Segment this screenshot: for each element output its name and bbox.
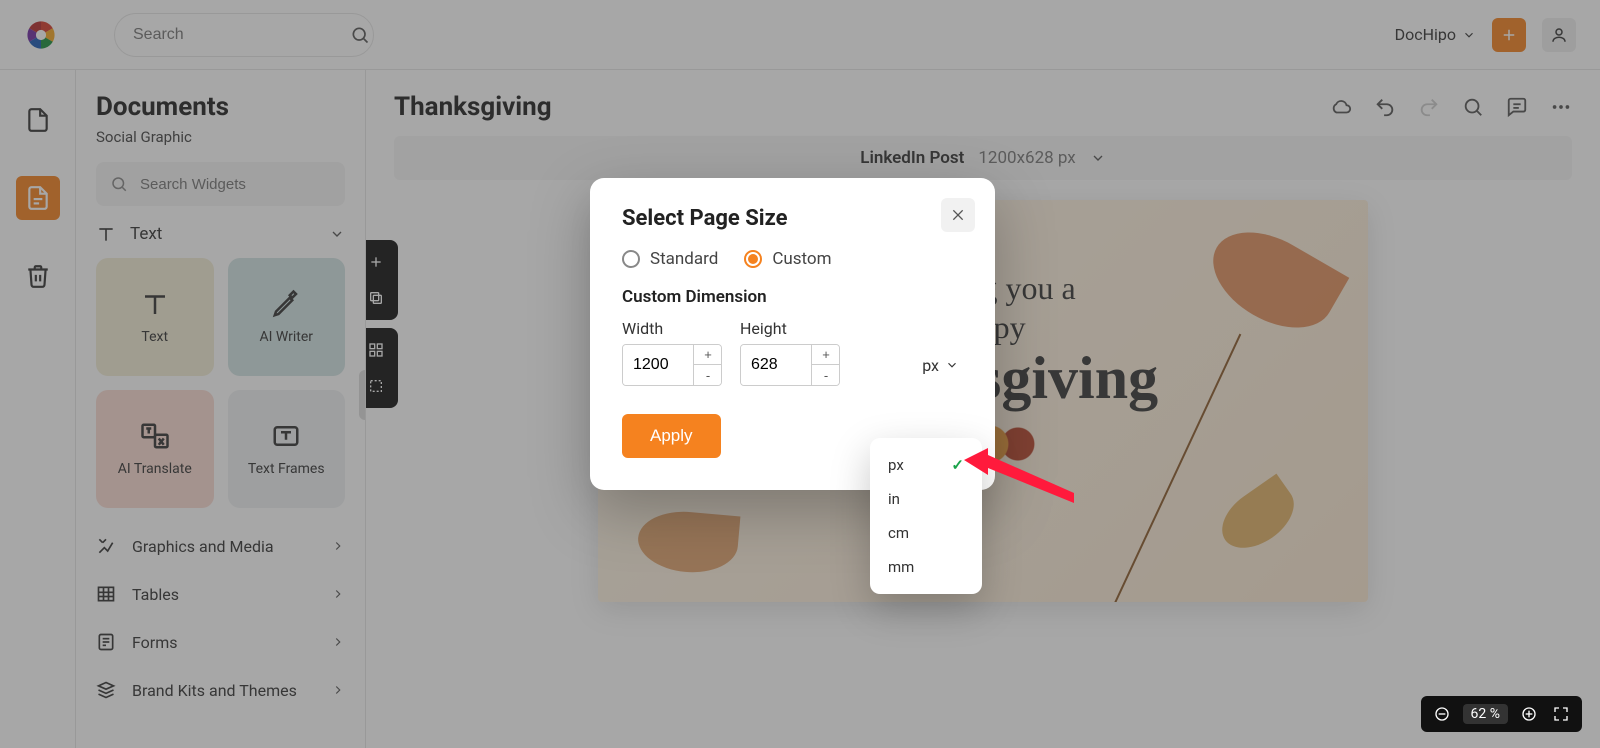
height-increment[interactable]: +: [812, 345, 840, 365]
modal-mode-radios: Standard Custom: [622, 249, 963, 269]
width-input[interactable]: [623, 345, 693, 385]
unit-option-label: cm: [888, 524, 909, 542]
width-input-wrap: + -: [622, 344, 722, 386]
check-icon: ✓: [951, 456, 964, 474]
unit-option-label: mm: [888, 558, 914, 576]
radio-icon: [744, 250, 762, 268]
radio-icon: [622, 250, 640, 268]
unit-select[interactable]: px: [918, 344, 963, 386]
height-decrement[interactable]: -: [812, 365, 840, 385]
unit-option-label: in: [888, 490, 900, 508]
zoom-bar: 62 %: [1421, 696, 1582, 732]
unit-label: px: [922, 356, 939, 375]
close-button[interactable]: [941, 198, 975, 232]
height-input[interactable]: [741, 345, 811, 385]
chevron-down-icon: [945, 358, 959, 372]
radio-custom-label: Custom: [772, 249, 831, 269]
width-decrement[interactable]: -: [694, 365, 722, 385]
unit-option-label: px: [888, 456, 904, 474]
unit-option-in[interactable]: in: [870, 482, 982, 516]
width-label: Width: [622, 319, 722, 338]
unit-option-mm[interactable]: mm: [870, 550, 982, 584]
unit-option-cm[interactable]: cm: [870, 516, 982, 550]
custom-dimension-label: Custom Dimension: [622, 287, 963, 307]
modal-title: Select Page Size: [622, 206, 963, 231]
apply-button[interactable]: Apply: [622, 414, 721, 458]
zoom-level[interactable]: 62 %: [1463, 704, 1508, 724]
dimension-row: Width + - Height + - px: [622, 319, 963, 386]
height-column: Height + -: [740, 319, 840, 386]
zoom-out-button[interactable]: [1431, 703, 1453, 725]
radio-custom[interactable]: Custom: [744, 249, 831, 269]
zoom-in-button[interactable]: [1518, 703, 1540, 725]
width-increment[interactable]: +: [694, 345, 722, 365]
height-label: Height: [740, 319, 840, 338]
fullscreen-button[interactable]: [1550, 703, 1572, 725]
unit-option-px[interactable]: px ✓: [870, 448, 982, 482]
radio-standard[interactable]: Standard: [622, 249, 718, 269]
unit-dropdown: px ✓ in cm mm: [870, 438, 982, 594]
height-input-wrap: + -: [740, 344, 840, 386]
radio-standard-label: Standard: [650, 249, 718, 269]
width-column: Width + -: [622, 319, 722, 386]
